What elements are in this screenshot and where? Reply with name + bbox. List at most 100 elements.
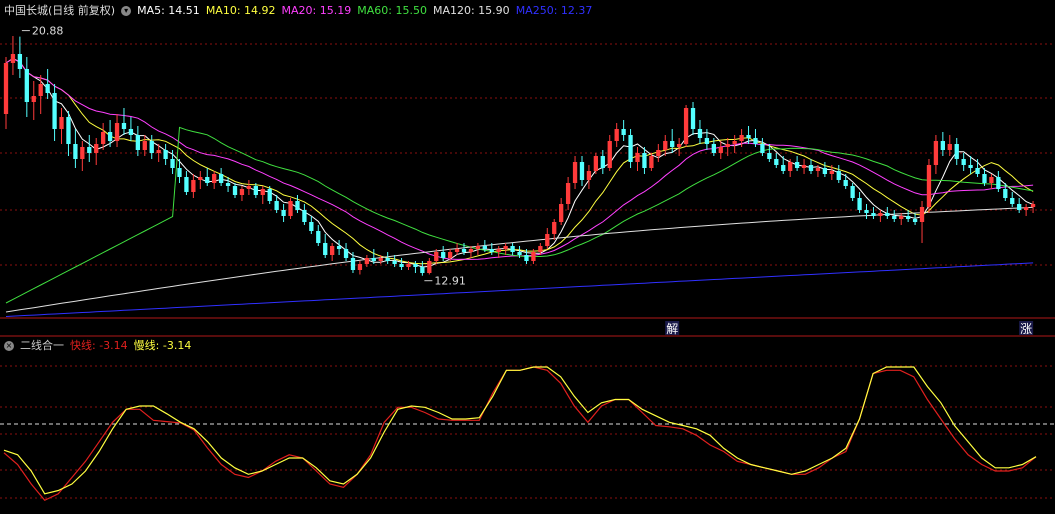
- candle-up: [683, 108, 689, 144]
- candle-down: [107, 132, 113, 141]
- fast-line-label: 快线: -3.14: [70, 339, 128, 352]
- candle-down: [399, 264, 404, 267]
- candle-down: [746, 135, 751, 138]
- candle-down: [232, 186, 238, 195]
- candle-down: [1010, 198, 1015, 204]
- stock-title: 中国长城(日线 前复权): [4, 4, 116, 17]
- candle-down: [482, 246, 487, 249]
- candle-up: [156, 150, 161, 153]
- candle-down: [302, 210, 307, 222]
- candle-down: [760, 144, 765, 153]
- candle-up: [357, 264, 363, 270]
- candle-up: [101, 132, 106, 144]
- candle-down: [905, 216, 911, 219]
- candle-down: [184, 177, 189, 192]
- event-marker-label: 涨: [1020, 321, 1032, 336]
- candle-up: [593, 156, 599, 171]
- candle-down: [309, 222, 314, 231]
- candle-down: [857, 198, 862, 210]
- candle-up: [475, 246, 481, 249]
- indicator-name: 二线合一: [20, 339, 64, 352]
- candle-down: [343, 249, 349, 258]
- candle-up: [288, 201, 293, 216]
- candle-up: [503, 246, 508, 249]
- candle-up: [919, 207, 925, 222]
- candle-down: [461, 249, 467, 252]
- candle-down: [510, 246, 515, 252]
- candle-down: [690, 108, 696, 129]
- candle-up: [801, 165, 807, 168]
- candle-down: [954, 144, 959, 159]
- candle-down: [350, 258, 356, 270]
- candle-up: [239, 189, 245, 195]
- candle-up: [246, 186, 252, 189]
- candle-up: [815, 168, 821, 171]
- candle-down: [968, 165, 973, 168]
- candle-down: [961, 159, 966, 165]
- candle-up: [330, 246, 335, 255]
- candle-down: [781, 165, 786, 171]
- candle-down: [316, 231, 321, 243]
- candle-up: [378, 258, 383, 261]
- candle-down: [163, 150, 168, 159]
- candle-down: [794, 162, 800, 168]
- candle-up: [59, 117, 64, 129]
- candle-up: [454, 249, 460, 252]
- candle-down: [385, 258, 390, 261]
- candle-up: [545, 234, 550, 246]
- candle-down: [281, 210, 286, 216]
- candle-up: [559, 204, 564, 222]
- candle-up: [676, 144, 682, 147]
- candle-up: [80, 147, 85, 159]
- candle-up: [94, 144, 99, 153]
- candle-up: [732, 141, 737, 144]
- candle-up: [38, 84, 43, 96]
- candle-down: [17, 54, 23, 69]
- candle-up: [114, 123, 120, 141]
- candle-up: [31, 96, 36, 102]
- indicator-close-icon[interactable]: ×: [4, 341, 14, 351]
- candle-up: [531, 252, 536, 261]
- candle-down: [517, 252, 522, 255]
- candle-up: [260, 189, 265, 195]
- candle-up: [926, 165, 932, 207]
- event-marker-label: 解: [666, 322, 678, 336]
- candle-up: [725, 144, 730, 147]
- candle-up: [572, 162, 578, 183]
- candle-down: [621, 129, 626, 135]
- candle-down: [885, 213, 890, 216]
- candle-down: [218, 174, 224, 183]
- candle-down: [149, 141, 154, 153]
- candle-down: [73, 144, 78, 159]
- candle-down: [704, 138, 710, 144]
- candle-down: [697, 129, 703, 138]
- candle-up: [656, 150, 661, 156]
- candle-up: [899, 216, 904, 219]
- candle-up: [10, 54, 16, 63]
- candle-down: [170, 159, 175, 168]
- candle-down: [600, 156, 605, 168]
- indicator-menu-icon[interactable]: ▾: [121, 6, 132, 16]
- candle-up: [427, 261, 432, 273]
- candle-down: [66, 117, 71, 144]
- candle-up: [198, 177, 203, 180]
- candle-up: [829, 171, 834, 174]
- candle-up: [1030, 204, 1036, 207]
- candle-down: [642, 153, 647, 168]
- candle-up: [739, 135, 744, 141]
- candle-down: [892, 216, 897, 219]
- chart-stage: 20.8812.91 解涨财: [0, 0, 1055, 514]
- ma20-label: MA20: 15.19: [281, 4, 352, 17]
- candle-down: [940, 141, 945, 150]
- candle-down: [975, 168, 980, 174]
- candle-down: [489, 249, 494, 252]
- candle-down: [836, 171, 841, 180]
- candle-down: [128, 129, 134, 135]
- candle-down: [822, 168, 828, 174]
- candle-down: [670, 141, 675, 147]
- candle-down: [121, 123, 127, 129]
- candle-up: [565, 183, 571, 204]
- candle-up: [649, 156, 654, 168]
- candle-up: [468, 249, 474, 252]
- candle-up: [447, 252, 453, 258]
